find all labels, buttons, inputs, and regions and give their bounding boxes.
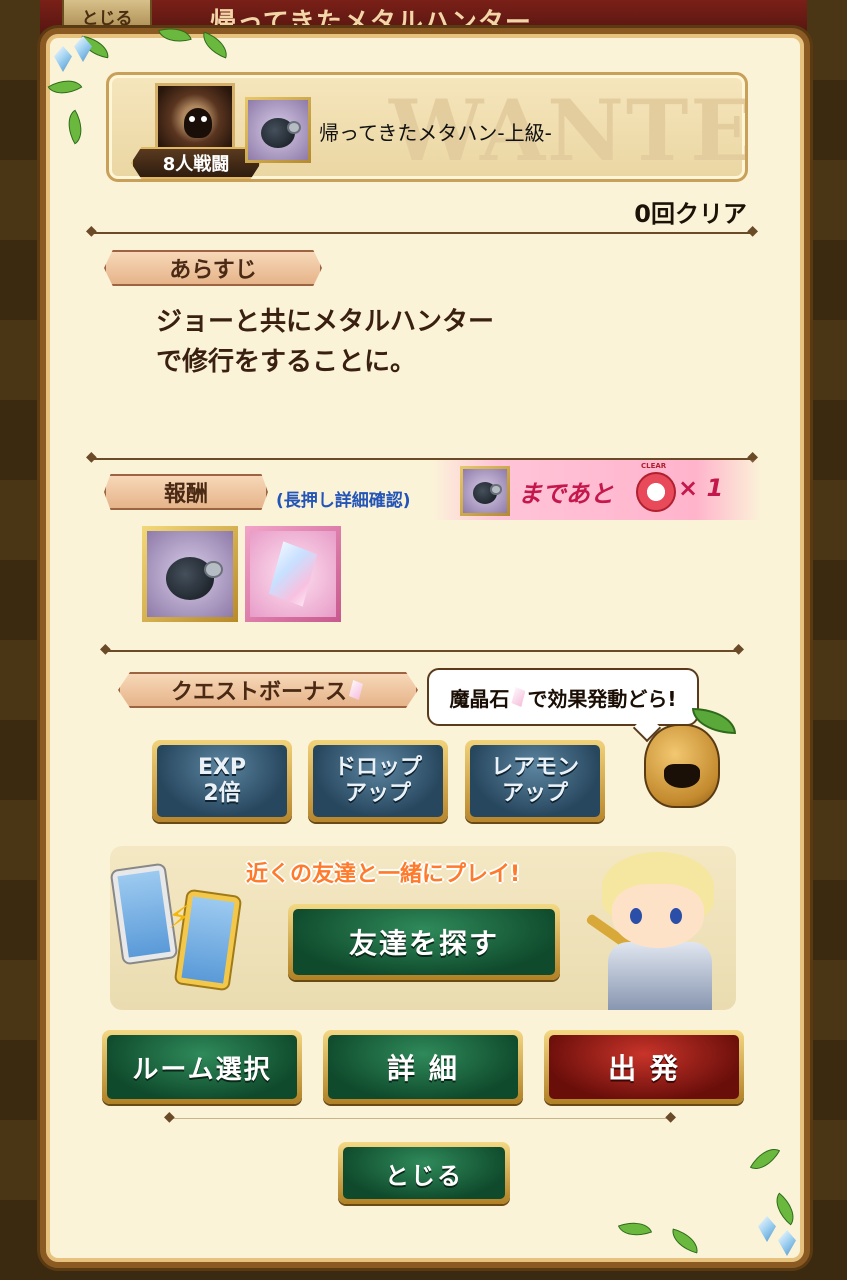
long-press-hint: (長押し詳細確認) xyxy=(276,491,411,511)
find-friends-button[interactable]: 友達を探す xyxy=(288,904,560,980)
lightning-icon: ⚡ xyxy=(168,898,191,936)
exp-double-button[interactable]: EXP 2倍 xyxy=(152,740,292,822)
synopsis-line: ジョーと共にメタルハンター xyxy=(156,307,495,337)
quest-item-icon xyxy=(245,97,311,163)
bonus-button-line: ドロップ xyxy=(333,755,422,780)
clear-reward-banner: まであと CLEAR × 1 xyxy=(432,460,762,520)
bonus-button-line: レアモン xyxy=(490,755,579,780)
nearby-friends-caption: 近くの友達と一緒にプレイ! xyxy=(246,862,521,887)
synopsis-line: で修行をすることに。 xyxy=(156,347,417,377)
divider xyxy=(86,223,758,239)
until-count: × 1 xyxy=(678,474,724,502)
depart-label: 出 発 xyxy=(549,1035,739,1099)
details-label: 詳 細 xyxy=(328,1035,518,1099)
reward-label: 報酬 xyxy=(104,474,268,510)
details-button[interactable]: 詳 細 xyxy=(323,1030,523,1104)
metal-ball-icon xyxy=(261,118,301,148)
crystal-gem-icon xyxy=(758,1216,776,1242)
crystal-gem-icon xyxy=(54,46,72,72)
close-button[interactable]: とじる xyxy=(338,1142,510,1204)
reward-item-metal-hunter[interactable] xyxy=(142,526,238,622)
drop-up-button[interactable]: ドロップ アップ xyxy=(308,740,448,822)
room-select-button[interactable]: ルーム選択 xyxy=(102,1030,302,1104)
knight-character xyxy=(586,846,736,1010)
speech-text-post: で効果発動どら! xyxy=(527,686,677,711)
bonus-button-line: アップ xyxy=(501,781,568,806)
clear-count: 0回クリア xyxy=(634,200,747,228)
find-friends-label: 友達を探す xyxy=(293,909,555,975)
speech-text-pre: 魔晶石 xyxy=(449,686,510,711)
boss-face-icon xyxy=(184,108,212,138)
banner-item-icon xyxy=(460,466,510,516)
quest-bonus-label-text: クエストボーナス xyxy=(170,680,347,705)
bonus-button-line: EXP xyxy=(197,755,247,780)
quest-header-card: WANTED 8人戦闘 帰ってきたメタハン-上級- xyxy=(106,72,748,182)
synopsis-text: ジョーと共にメタルハンター で修行をすることに。 xyxy=(156,302,616,382)
crystal-icon xyxy=(349,680,363,700)
bonus-button-line: アップ xyxy=(344,781,411,806)
room-select-label: ルーム選択 xyxy=(107,1035,297,1099)
clear-medal-icon: CLEAR xyxy=(636,462,676,512)
until-text: まであと xyxy=(518,480,614,508)
depart-button[interactable]: 出 発 xyxy=(544,1030,744,1104)
synopsis-label-text: あらすじ xyxy=(169,258,257,283)
close-label: とじる xyxy=(343,1147,505,1199)
vine-decoration-bottom-right xyxy=(600,1120,810,1270)
quest-bonus-label: クエストボーナス xyxy=(118,672,418,708)
reward-item-crystal[interactable] xyxy=(245,526,341,622)
metal-ball-icon xyxy=(165,556,223,600)
divider xyxy=(164,1109,676,1125)
crystal-icon xyxy=(511,687,526,707)
divider xyxy=(100,641,744,657)
reward-label-text: 報酬 xyxy=(163,482,208,507)
quest-name: 帰ってきたメタハン-上級- xyxy=(319,121,552,145)
clear-medal-text: CLEAR xyxy=(641,462,667,470)
magic-crystal-icon xyxy=(268,541,318,607)
bonus-button-line: 2倍 xyxy=(203,781,241,806)
battle-type-badge: 8人戦闘 xyxy=(131,147,261,179)
mascot-character xyxy=(644,708,736,810)
rare-monster-up-button[interactable]: レアモン アップ xyxy=(465,740,605,822)
synopsis-label: あらすじ xyxy=(104,250,322,286)
